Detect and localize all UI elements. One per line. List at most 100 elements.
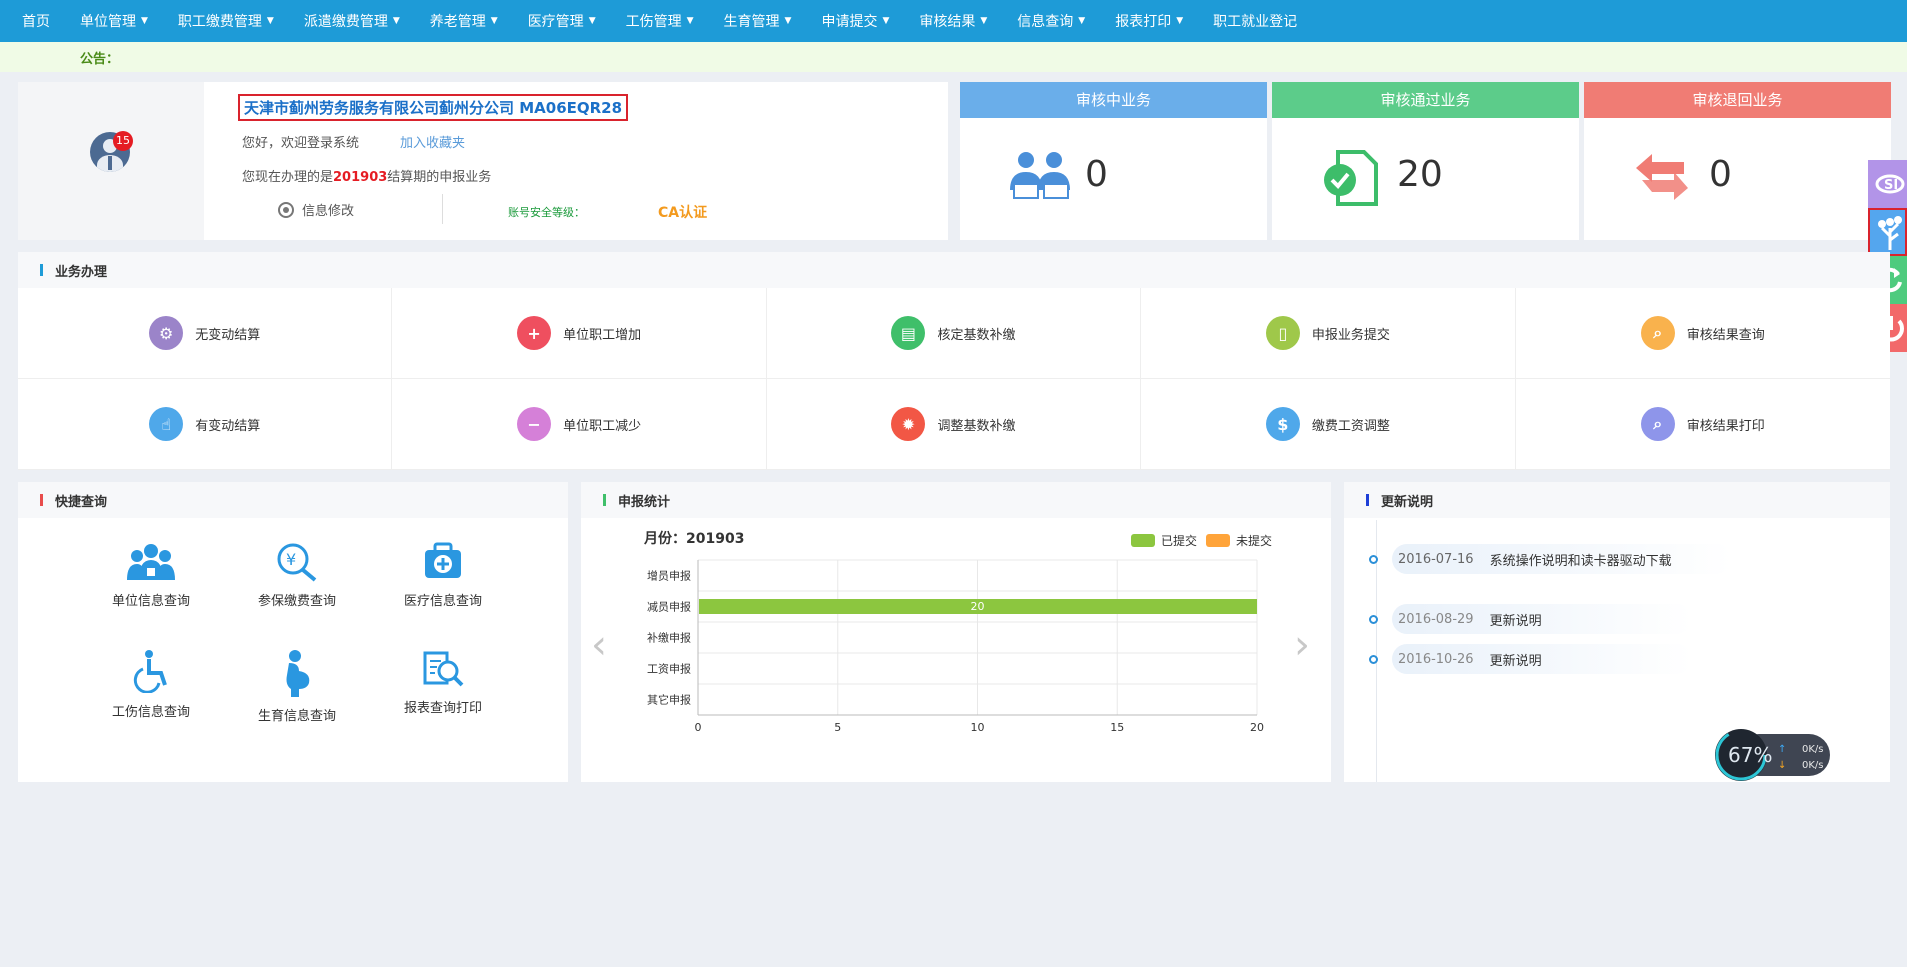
chevron-down-icon: ▼ [686, 16, 694, 26]
approved-document-icon [1324, 150, 1378, 206]
quick-item-unit-info[interactable]: 单位信息查询 [78, 542, 224, 609]
update-item[interactable]: 2016-10-26 更新说明 [1369, 644, 1692, 674]
update-text: 系统操作说明和读卡器驱动下载 [1489, 553, 1672, 569]
timeline-dot [1369, 614, 1378, 624]
nav-item-label: 报表打印 [1115, 14, 1172, 30]
stat-card-pending[interactable]: 审核中业务 0 [960, 82, 1267, 240]
report-bar-chart: 增员申报减员申报补缴申报工资申报其它申报 0 5 10 15 20 20 [647, 559, 1264, 734]
timeline-dot [1369, 554, 1378, 564]
business-item[interactable]: ▤ 核定基数补缴 [766, 288, 1142, 379]
business-grid: ⚙ 无变动结算 + 单位职工增加 ▤ 核定基数补缴 ▯ 申报业务提交 ⌕ 审核结果查询 ☝ 有变动结算… [18, 288, 1890, 470]
business-item-label: 审核结果查询 [1686, 327, 1765, 343]
business-item-label: 无变动结算 [195, 327, 261, 343]
nav-item[interactable]: 养老管理 ▼ [430, 11, 498, 31]
section-title: 申报统计 [581, 482, 1331, 518]
ca-auth-link[interactable]: CA认证 [658, 202, 707, 222]
yen-search-icon: ¥ [277, 543, 317, 582]
upload-arrow-icon: ↑ [1778, 744, 1786, 755]
nav-item-label: 养老管理 [429, 14, 486, 30]
gear-icon [278, 201, 294, 218]
chevron-down-icon: ▼ [1078, 16, 1086, 26]
business-item[interactable]: ☝ 有变动结算 [18, 379, 393, 470]
notification-badge[interactable]: 15 [113, 131, 133, 151]
settlement-period: 201903 [333, 170, 388, 185]
chevron-down-icon: ▼ [266, 16, 274, 26]
nav-item[interactable]: 报表打印 ▼ [1115, 11, 1183, 31]
business-item-label: 申报业务提交 [1311, 327, 1390, 343]
category-label: 其它申报 [647, 693, 691, 707]
business-item[interactable]: ⌕ 审核结果打印 [1515, 379, 1890, 470]
nav-item[interactable]: 申请提交 ▼ [821, 11, 889, 31]
stat-card-title: 审核通过业务 [1272, 82, 1579, 118]
stat-value: 20 [1397, 154, 1443, 195]
update-text: 更新说明 [1489, 613, 1542, 629]
nav-item[interactable]: 职工就业登记 [1213, 11, 1297, 31]
business-item[interactable]: + 单位职工增加 [392, 288, 767, 379]
tick-label: 0 [695, 721, 702, 734]
nav-item-label: 单位管理 [80, 14, 136, 30]
business-item[interactable]: ▯ 申报业务提交 [1141, 288, 1516, 379]
chevron-down-icon: ▼ [882, 16, 890, 26]
nav-item[interactable]: 生育管理 ▼ [724, 11, 792, 31]
quick-item-injury[interactable]: 工伤信息查询 [78, 649, 224, 724]
nav-item-label: 职工就业登记 [1213, 14, 1298, 30]
quick-item-report[interactable]: 报表查询打印 [370, 649, 516, 724]
card-icon: ▤ [891, 316, 926, 350]
svg-text:SI: SI [1884, 178, 1898, 193]
user-remove-icon: − [517, 407, 552, 441]
pregnant-icon [286, 650, 310, 697]
update-item[interactable]: 2016-08-29 更新说明 [1369, 604, 1692, 634]
update-date: 2016-10-26 [1398, 651, 1474, 667]
download-arrow-icon: ↓ [1778, 760, 1786, 771]
stat-value: 0 [1085, 154, 1108, 195]
business-section: 业务办理 ⚙ 无变动结算 + 单位职工增加 ▤ 核定基数补缴 ▯ 申报业务提交 ⌕ 审核结果查询 ☝… [18, 252, 1890, 470]
company-name: 天津市蓟州劳务服务有限公司蓟州分公司 MA06EQR28 [238, 94, 629, 121]
business-item[interactable]: ✹ 调整基数补缴 [766, 379, 1142, 470]
nav-item[interactable]: 职工缴费管理 ▼ [178, 11, 274, 31]
notice-label: 公告： [80, 51, 120, 67]
report-search-icon [423, 651, 464, 687]
side-logo-button[interactable]: SI [1868, 160, 1907, 208]
chevron-down-icon: ▼ [141, 16, 148, 26]
side-tree-button[interactable] [1868, 208, 1907, 256]
nav-item[interactable]: 审核结果 ▼ [919, 11, 987, 31]
top-navigation: 首页 单位管理 ▼ 职工缴费管理 ▼ 派遣缴费管理 ▼ 养老管理 ▼ 医疗管理 ▼ 工伤管理 ▼ 生育管理… [0, 0, 1907, 42]
section-title: 更新说明 [1344, 482, 1890, 518]
nav-item[interactable]: 工伤管理 ▼ [626, 11, 694, 31]
users-icon [1010, 152, 1070, 199]
user-settle-icon: ⚙ [149, 316, 184, 350]
update-item[interactable]: 2016-07-16 系统操作说明和读卡器驱动下载 [1369, 544, 1732, 574]
add-favorite-link[interactable]: 加入收藏夹 [400, 132, 465, 151]
business-item-label: 核定基数补缴 [937, 327, 1016, 343]
quick-item-label: 单位信息查询 [111, 594, 190, 609]
network-speed-widget[interactable]: 67% ↑ ↓ 0K/s 0K/s [1714, 728, 1832, 782]
category-label: 减员申报 [647, 600, 691, 614]
quick-item-label: 报表查询打印 [403, 701, 482, 716]
section-title: 业务办理 [18, 252, 1890, 288]
quick-item-label: 工伤信息查询 [111, 705, 190, 720]
business-item[interactable]: $ 缴费工资调整 [1141, 379, 1516, 470]
greeting-text: 您好，欢迎登录系统 [242, 136, 360, 151]
quick-item-medical[interactable]: 医疗信息查询 [370, 542, 516, 609]
business-item[interactable]: ⌕ 审核结果查询 [1515, 288, 1890, 379]
stat-value: 0 [1709, 154, 1732, 195]
nav-item[interactable]: 医疗管理 ▼ [528, 11, 596, 31]
business-item[interactable]: ⚙ 无变动结算 [18, 288, 393, 379]
business-item-label: 审核结果打印 [1686, 418, 1765, 434]
stat-card-returned[interactable]: 审核退回业务 0 [1584, 82, 1891, 240]
business-item[interactable]: − 单位职工减少 [392, 379, 767, 470]
return-arrows-icon [1636, 154, 1688, 200]
notice-bar: 公告： [0, 42, 1907, 72]
tick-label: 10 [971, 721, 985, 734]
quick-item-maternity[interactable]: 生育信息查询 [224, 649, 370, 724]
stat-card-approved[interactable]: 审核通过业务 20 [1272, 82, 1579, 240]
nav-item[interactable]: 首页 [22, 11, 50, 31]
quick-item-payment[interactable]: ¥ 参保缴费查询 [224, 542, 370, 609]
tree-icon [1878, 216, 1902, 250]
edit-info-button[interactable]: 信息修改 [278, 200, 354, 219]
nav-item[interactable]: 派遣缴费管理 ▼ [304, 11, 400, 31]
update-date: 2016-08-29 [1398, 611, 1474, 627]
settlement-period-text: 您现在办理的是201903结算期的申报业务 [242, 170, 492, 185]
nav-item[interactable]: 单位管理 ▼ [80, 11, 148, 31]
nav-item[interactable]: 信息查询 ▼ [1017, 11, 1085, 31]
